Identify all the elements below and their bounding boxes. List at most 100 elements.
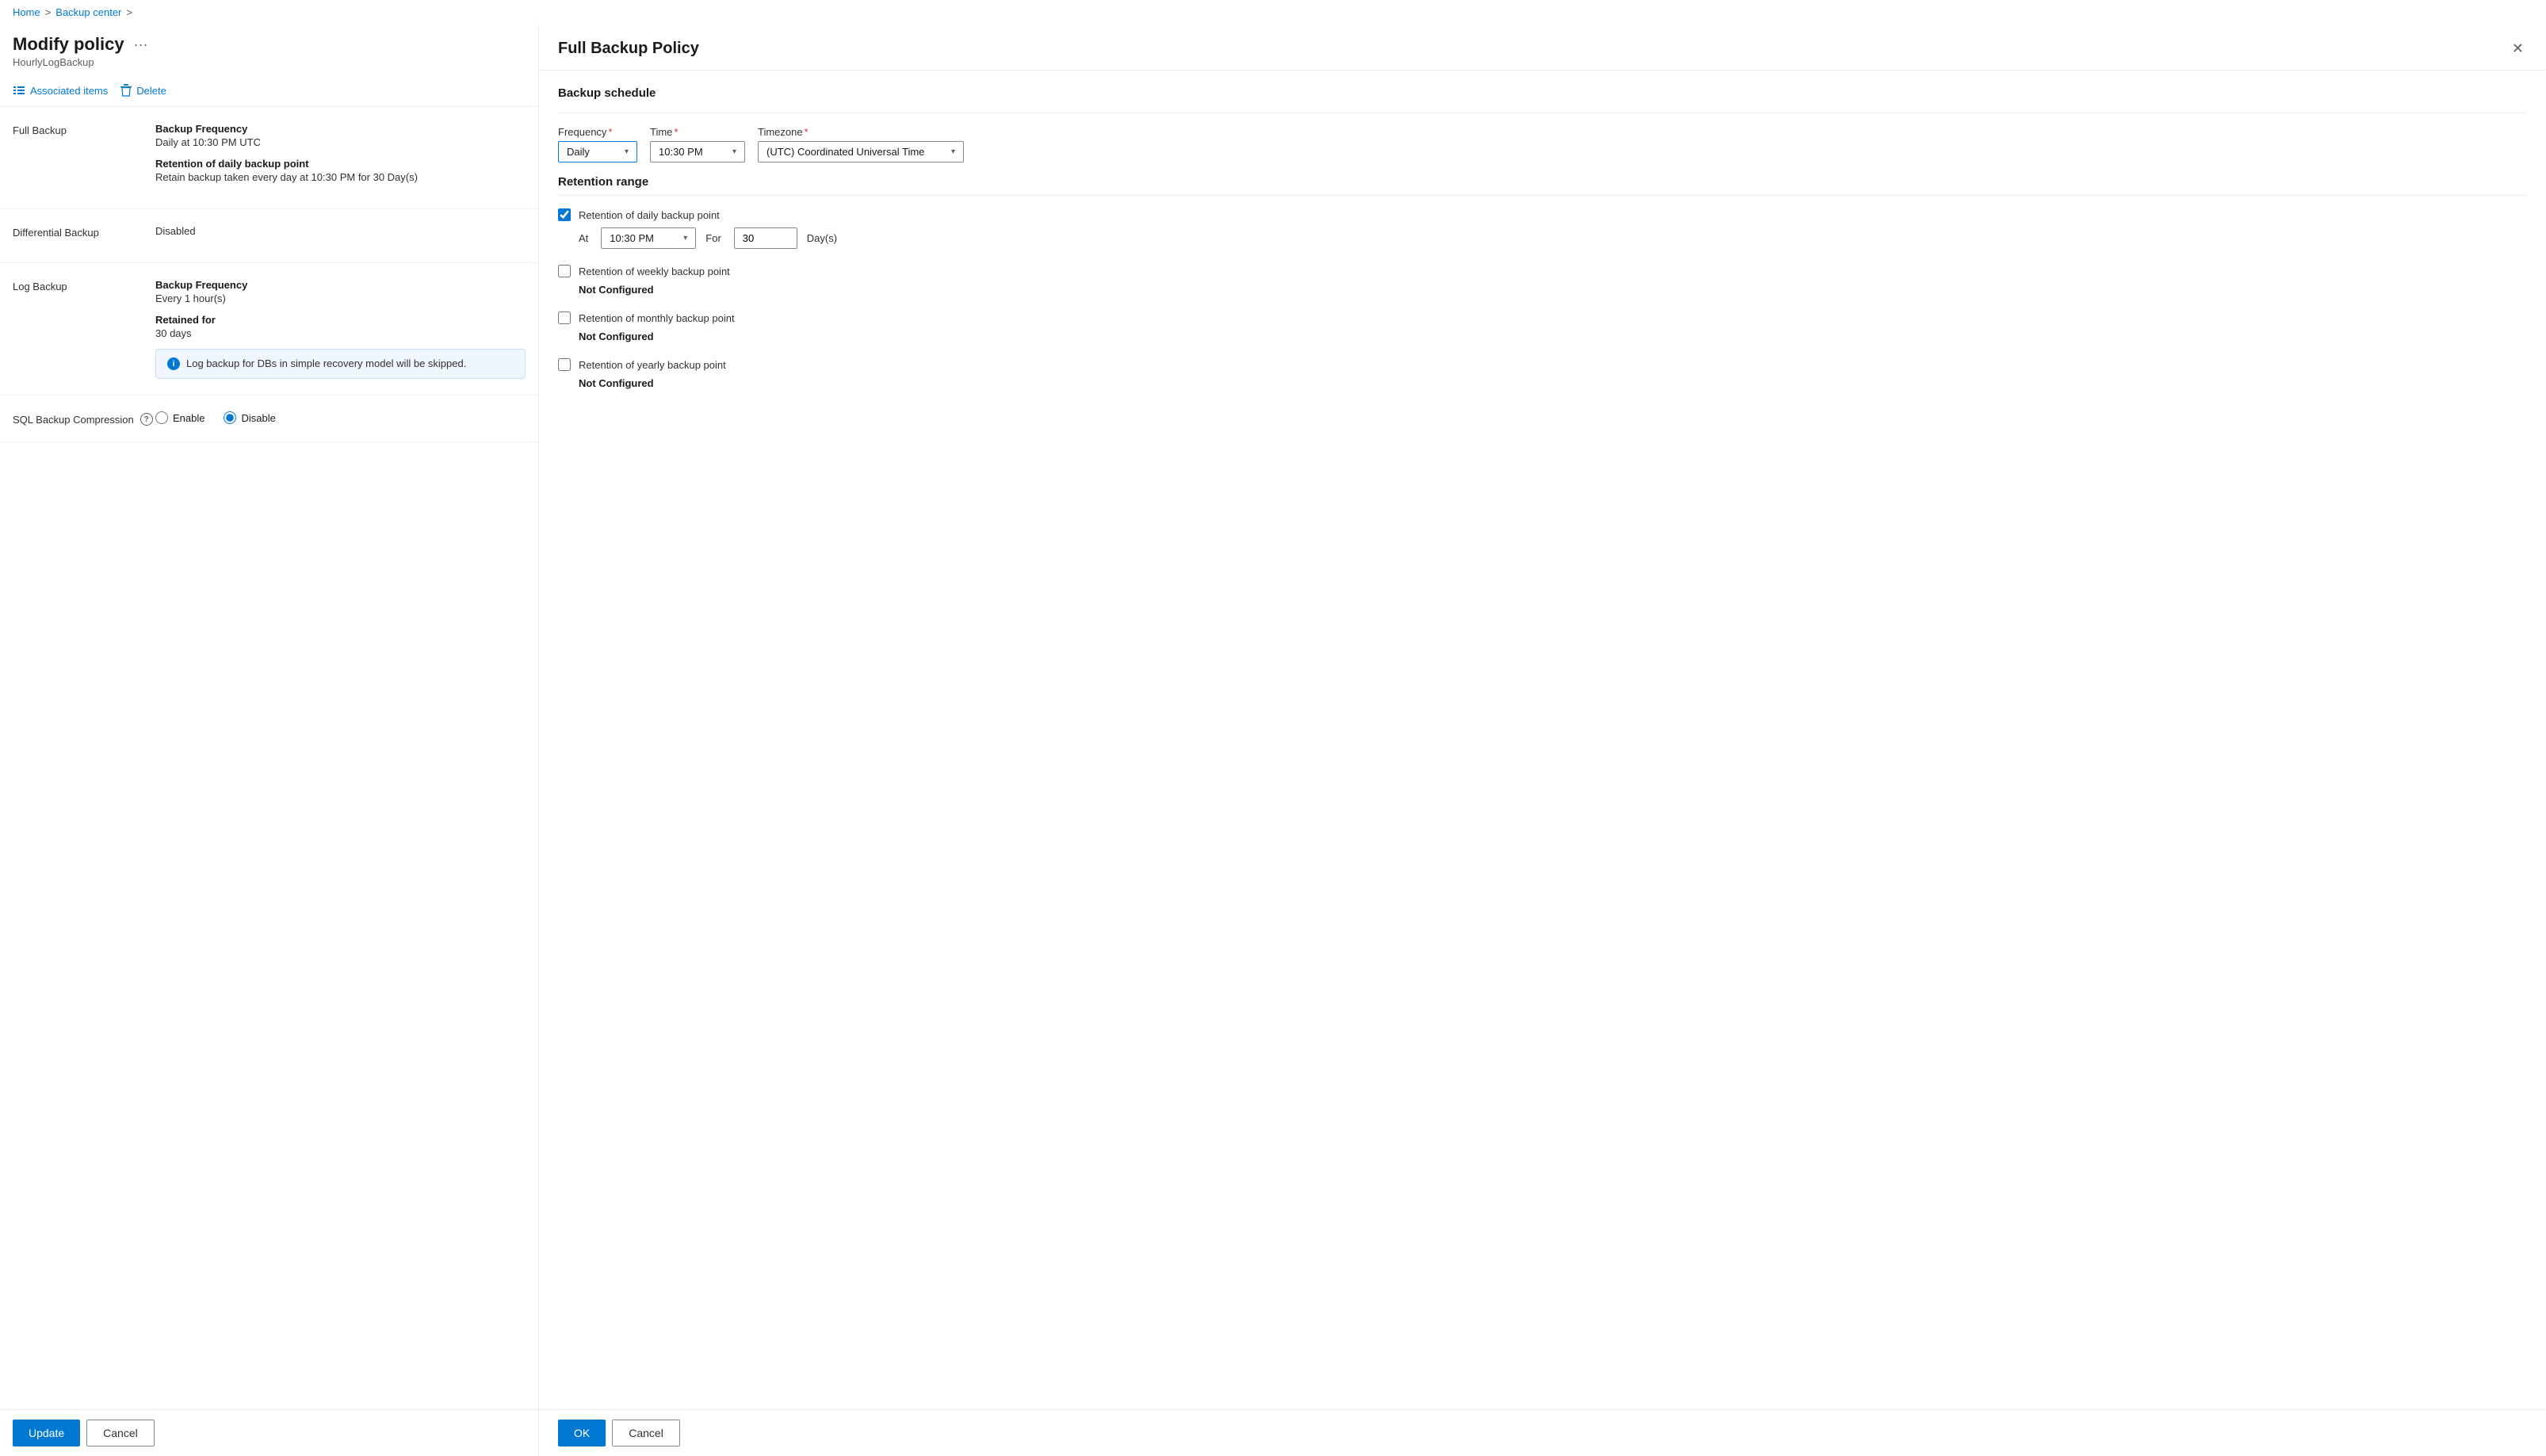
differential-backup-label: Differential Backup xyxy=(13,225,155,246)
breadcrumb-backup-center[interactable]: Backup center xyxy=(55,6,121,18)
monthly-retention-label: Retention of monthly backup point xyxy=(579,312,735,324)
monthly-retention-item: Retention of monthly backup point Not Co… xyxy=(558,311,2527,342)
breadcrumb: Home > Backup center > xyxy=(0,0,2546,25)
log-backup-label: Log Backup xyxy=(13,279,155,379)
daily-retention-header: Retention of daily backup point xyxy=(558,208,2527,221)
time-value: 10:30 PM xyxy=(659,146,703,158)
list-icon xyxy=(13,84,25,97)
daily-retention-row: At 10:30 PM ▾ For Day(s) xyxy=(579,227,2527,249)
backup-frequency-title: Backup Frequency xyxy=(155,123,526,135)
daily-at-select[interactable]: 10:30 PM ▾ xyxy=(601,227,696,249)
backup-frequency-value: Daily at 10:30 PM UTC xyxy=(155,136,526,148)
retention-range-section: Retention range Retention of daily backu… xyxy=(558,175,2527,389)
log-freq-title: Backup Frequency xyxy=(155,279,526,291)
yearly-retention-checkbox[interactable] xyxy=(558,358,571,371)
timezone-group: Timezone* (UTC) Coordinated Universal Ti… xyxy=(758,126,964,162)
left-footer: Update Cancel xyxy=(0,1409,538,1456)
daily-retention-item: Retention of daily backup point At 10:30… xyxy=(558,208,2527,249)
time-label: Time* xyxy=(650,126,745,138)
enable-radio-option[interactable]: Enable xyxy=(155,411,205,424)
daily-at-value: 10:30 PM xyxy=(610,232,654,244)
weekly-retention-checkbox[interactable] xyxy=(558,265,571,277)
yearly-retention-header: Retention of yearly backup point xyxy=(558,358,2527,371)
monthly-retention-header: Retention of monthly backup point xyxy=(558,311,2527,324)
frequency-chevron: ▾ xyxy=(625,147,629,156)
info-icon: i xyxy=(167,357,180,370)
full-backup-label: Full Backup xyxy=(13,123,155,193)
help-icon[interactable]: ? xyxy=(140,413,153,426)
monthly-retention-checkbox[interactable] xyxy=(558,311,571,324)
differential-backup-section: Differential Backup Disabled xyxy=(0,209,538,263)
sql-compression-label: SQL Backup Compression ? xyxy=(13,411,155,426)
right-header: Full Backup Policy ✕ xyxy=(539,25,2546,71)
timezone-label: Timezone* xyxy=(758,126,964,138)
left-content: Full Backup Backup Frequency Daily at 10… xyxy=(0,107,538,1409)
disable-label: Disable xyxy=(241,412,275,424)
breadcrumb-home[interactable]: Home xyxy=(13,6,40,18)
retention-range-heading: Retention range xyxy=(558,175,2527,189)
log-info-text: Log backup for DBs in simple recovery mo… xyxy=(186,357,466,369)
time-select[interactable]: 10:30 PM ▾ xyxy=(650,141,745,162)
weekly-retention-label: Retention of weekly backup point xyxy=(579,266,730,277)
daily-for-input[interactable] xyxy=(734,227,797,249)
log-retain-title: Retained for xyxy=(155,314,526,326)
enable-label: Enable xyxy=(173,412,205,424)
sql-compression-detail: Enable Disable xyxy=(155,411,526,426)
differential-backup-detail: Disabled xyxy=(155,225,526,246)
weekly-retention-item: Retention of weekly backup point Not Con… xyxy=(558,265,2527,296)
page-title: Modify policy xyxy=(13,34,124,55)
right-footer: OK Cancel xyxy=(539,1409,2546,1456)
full-backup-section: Full Backup Backup Frequency Daily at 10… xyxy=(0,107,538,209)
associated-items-button[interactable]: Associated items xyxy=(13,81,108,100)
frequency-select[interactable]: Daily ▾ xyxy=(558,141,637,162)
retention-divider xyxy=(558,195,2527,196)
daily-retention-label: Retention of daily backup point xyxy=(579,209,720,221)
for-label: For xyxy=(705,232,721,244)
enable-radio[interactable] xyxy=(155,411,168,424)
right-panel-title: Full Backup Policy xyxy=(558,40,699,58)
retention-daily-title: Retention of daily backup point xyxy=(155,158,526,170)
log-freq-value: Every 1 hour(s) xyxy=(155,292,526,304)
full-backup-detail: Backup Frequency Daily at 10:30 PM UTC R… xyxy=(155,123,526,193)
time-group: Time* 10:30 PM ▾ xyxy=(650,126,745,162)
schedule-form-row: Frequency* Daily ▾ Time* 10:30 PM ▾ xyxy=(558,126,2527,162)
policy-name: HourlyLogBackup xyxy=(13,56,526,68)
weekly-not-configured: Not Configured xyxy=(579,284,2527,296)
log-backup-section: Log Backup Backup Frequency Every 1 hour… xyxy=(0,263,538,396)
left-cancel-button[interactable]: Cancel xyxy=(86,1420,155,1446)
daily-retention-checkbox[interactable] xyxy=(558,208,571,221)
left-header: Modify policy ··· HourlyLogBackup xyxy=(0,25,538,75)
more-options-button[interactable]: ··· xyxy=(131,36,151,53)
right-cancel-button[interactable]: Cancel xyxy=(612,1420,680,1446)
ok-button[interactable]: OK xyxy=(558,1420,606,1446)
timezone-select[interactable]: (UTC) Coordinated Universal Time ▾ xyxy=(758,141,964,162)
monthly-not-configured: Not Configured xyxy=(579,331,2527,342)
yearly-retention-item: Retention of yearly backup point Not Con… xyxy=(558,358,2527,389)
timezone-value: (UTC) Coordinated Universal Time xyxy=(766,146,924,158)
daily-days-label: Day(s) xyxy=(807,232,837,244)
time-chevron: ▾ xyxy=(732,147,736,156)
daily-at-chevron: ▾ xyxy=(683,234,687,243)
right-panel: Full Backup Policy ✕ Backup schedule Fre… xyxy=(539,25,2546,1456)
log-backup-detail: Backup Frequency Every 1 hour(s) Retaine… xyxy=(155,279,526,379)
close-button[interactable]: ✕ xyxy=(2509,37,2527,60)
toolbar: Associated items Delete xyxy=(0,75,538,107)
differential-value: Disabled xyxy=(155,225,526,237)
update-button[interactable]: Update xyxy=(13,1420,80,1446)
delete-label: Delete xyxy=(136,85,166,97)
daily-retention-sub: At 10:30 PM ▾ For Day(s) xyxy=(579,227,2527,249)
disable-radio[interactable] xyxy=(224,411,236,424)
sql-compression-section: SQL Backup Compression ? Enable Disable xyxy=(0,396,538,442)
compression-options: Enable Disable xyxy=(155,411,526,424)
frequency-value: Daily xyxy=(567,146,590,158)
yearly-retention-label: Retention of yearly backup point xyxy=(579,359,726,371)
left-panel: Modify policy ··· HourlyLogBackup Associ… xyxy=(0,25,539,1456)
frequency-label: Frequency* xyxy=(558,126,637,138)
disable-radio-option[interactable]: Disable xyxy=(224,411,275,424)
log-retain-value: 30 days xyxy=(155,327,526,339)
weekly-retention-header: Retention of weekly backup point xyxy=(558,265,2527,277)
associated-items-label: Associated items xyxy=(30,85,108,97)
timezone-chevron: ▾ xyxy=(951,147,955,156)
delete-button[interactable]: Delete xyxy=(120,81,166,100)
frequency-group: Frequency* Daily ▾ xyxy=(558,126,637,162)
